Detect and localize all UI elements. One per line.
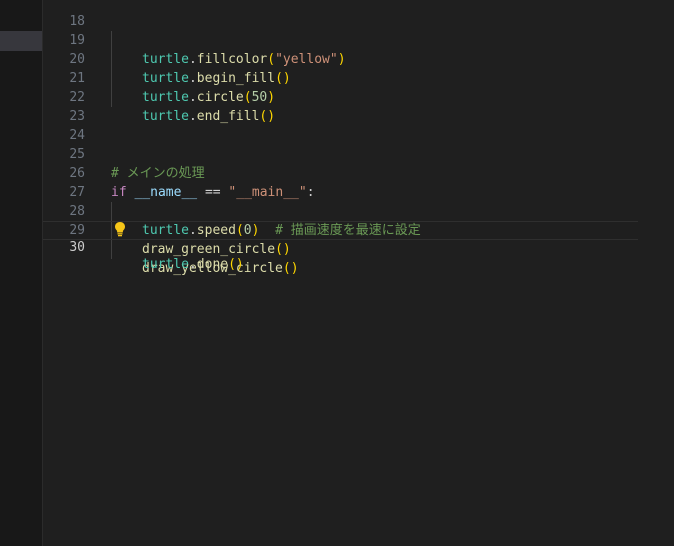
side-panel <box>0 0 43 546</box>
side-panel-selected-item[interactable] <box>0 31 42 51</box>
line-number-active: 30 <box>69 240 85 255</box>
code-line-26[interactable]: 26 if __name__ == "__main__": <box>43 145 674 200</box>
code-line-22[interactable]: 22 <box>43 69 674 105</box>
code-line-21[interactable]: 21 turtle.end_fill() <box>43 50 674 124</box>
code-line-18[interactable]: 18 turtle.fillcolor("yellow") <box>43 0 674 67</box>
code-line-23[interactable]: 23 <box>43 88 674 124</box>
indent-guide <box>111 240 112 259</box>
code-line-20[interactable]: 20 turtle.circle(50) <box>43 31 674 105</box>
code-line-30-current[interactable]: 30 turtle.done() <box>43 221 638 272</box>
code-line-24[interactable]: 24 <box>43 107 674 143</box>
code-line-29[interactable]: 29 draw_yellow_circle() <box>43 202 674 276</box>
code-line-25[interactable]: 25 # メインの処理 <box>43 126 674 181</box>
code-editor[interactable]: 18 turtle.fillcolor("yellow") 19 turtle.… <box>43 0 674 546</box>
lightbulb-icon[interactable] <box>114 221 126 237</box>
code-line-27[interactable]: 27 turtle.speed(0) # 描画速度を最速に設定 <box>43 164 674 238</box>
code-text: turtle.done() <box>142 257 244 272</box>
code-line-28[interactable]: 28 draw_green_circle() <box>43 183 674 257</box>
code-line-19[interactable]: 19 turtle.begin_fill() <box>43 12 674 86</box>
